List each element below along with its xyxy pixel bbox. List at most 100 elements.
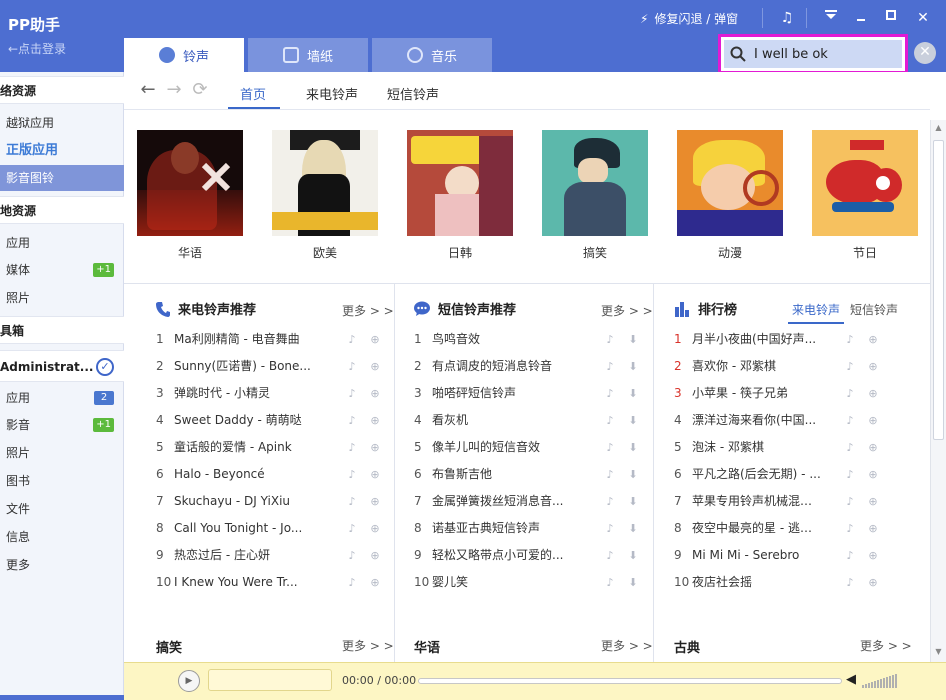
listen-icon[interactable]: ♪ [604,469,616,481]
device-name[interactable]: Administrat... ✓ [0,350,124,382]
ringtone-title[interactable]: Mi Mi Mi - Serebro [692,542,822,569]
close-icon[interactable]: ✕ [912,8,934,28]
ringtone-title[interactable]: 轻松又略带点小可爱的... [432,542,582,569]
listen-icon[interactable]: ♪ [346,577,358,589]
ringtone-title[interactable]: 诺基亚古典短信铃声 [432,515,582,542]
ringtone-title[interactable]: 漂洋过海来看你(中国... [692,407,822,434]
add-icon[interactable]: ⊕ [369,361,381,373]
ringtone-title[interactable]: Sweet Daddy - 萌萌哒 [174,407,316,434]
forward-arrow-icon[interactable]: → [164,81,184,101]
listen-icon[interactable]: ♪ [604,550,616,562]
list-item[interactable]: 7 Skuchayu - DJ YiXiu ♪ ⊕ [156,488,384,515]
ringtone-title[interactable]: 苹果专用铃声机械混音... [692,488,822,515]
ringtone-title[interactable]: Sunny(匹诺曹) - Bone... [174,353,316,380]
ringtone-title[interactable]: 童话般的爱情 - Apink [174,434,316,461]
menu-dropdown-icon[interactable] [820,8,842,28]
list-item[interactable]: 2 有点调皮的短消息铃音 ♪ ⬇ [414,353,644,380]
download-icon[interactable]: ⬇ [627,523,639,535]
category-jpkr[interactable]: 日韩 [407,130,513,261]
list-item[interactable]: 1 鸟鸣音效 ♪ ⬇ [414,326,644,353]
sidebar-item-jailbreak-apps[interactable]: 越狱应用 [0,110,124,136]
list-item[interactable]: 3 弹跳时代 - 小精灵 ♪ ⊕ [156,380,384,407]
sidebar-item-messages[interactable]: 信息 [0,524,124,550]
ringtone-title[interactable]: 喜欢你 - 邓紫棋 [692,353,822,380]
category-funny[interactable]: 搞笑 [542,130,648,261]
add-icon[interactable]: ⊕ [369,415,381,427]
list-item[interactable]: 5 童话般的爱情 - Apink ♪ ⊕ [156,434,384,461]
add-icon[interactable]: ⊕ [867,577,879,589]
subtab-call-ringtones[interactable]: 来电铃声 [306,84,358,103]
list-item[interactable]: 4 漂洋过海来看你(中国... ♪ ⊕ [674,407,904,434]
ringtone-title[interactable]: Ma利刚精简 - 电音舞曲 [174,326,316,353]
list-item[interactable]: 6 平凡之路(后会无期) - ... ♪ ⊕ [674,461,904,488]
listen-icon[interactable]: ♪ [346,388,358,400]
add-icon[interactable]: ⊕ [369,334,381,346]
listen-icon[interactable]: ♪ [604,361,616,373]
list-item[interactable]: 10 夜店社会摇 ♪ ⊕ [674,569,904,596]
more-link[interactable]: 更多 > > [601,637,653,654]
list-item[interactable]: 2 Sunny(匹诺曹) - Bone... ♪ ⊕ [156,353,384,380]
login-link[interactable]: ←点击登录 [8,40,66,57]
ringtone-title[interactable]: 像羊儿叫的短信音效 [432,434,582,461]
list-item[interactable]: 9 Mi Mi Mi - Serebro ♪ ⊕ [674,542,904,569]
minimize-icon[interactable] [850,8,872,28]
add-icon[interactable]: ⊕ [867,415,879,427]
rank-tab-call[interactable]: 来电铃声 [792,301,840,318]
list-item[interactable]: 6 Halo - Beyoncé ♪ ⊕ [156,461,384,488]
ringtone-title[interactable]: I Knew You Were Tr... [174,569,316,596]
listen-icon[interactable]: ♪ [604,415,616,427]
more-link[interactable]: 更多 > > [342,637,394,654]
play-icon[interactable]: ▶ [178,670,200,692]
tab-wallpaper[interactable]: 墙纸 [248,38,368,72]
listen-icon[interactable]: ♪ [346,469,358,481]
ringtone-title[interactable]: 热恋过后 - 庄心妍 [174,542,316,569]
maximize-icon[interactable] [880,8,902,28]
subtab-home[interactable]: 首页 [240,84,266,103]
list-item[interactable]: 3 小苹果 - 筷子兄弟 ♪ ⊕ [674,380,904,407]
listen-icon[interactable]: ♪ [844,550,856,562]
sidebar-item-local-apps[interactable]: 应用 [0,230,124,256]
list-item[interactable]: 10 I Knew You Were Tr... ♪ ⊕ [156,569,384,596]
ringtone-title[interactable]: 看灰机 [432,407,582,434]
list-item[interactable]: 9 轻松又略带点小可爱的... ♪ ⬇ [414,542,644,569]
listen-icon[interactable]: ♪ [604,496,616,508]
listen-icon[interactable]: ♪ [604,388,616,400]
ringtone-title[interactable]: 有点调皮的短消息铃音 [432,353,582,380]
listen-icon[interactable]: ♪ [346,334,358,346]
repair-button[interactable]: ⚡ 修复闪退 / 弹窗 [640,10,738,27]
add-icon[interactable]: ⊕ [867,496,879,508]
list-item[interactable]: 8 诺基亚古典短信铃声 ♪ ⬇ [414,515,644,542]
subtab-sms-ringtones[interactable]: 短信铃声 [387,84,439,103]
add-icon[interactable]: ⊕ [369,550,381,562]
add-icon[interactable]: ⊕ [867,442,879,454]
listen-icon[interactable]: ♪ [844,442,856,454]
clear-search-icon[interactable]: ✕ [914,42,936,64]
ringtone-title[interactable]: Call You Tonight - Jo... [174,515,316,542]
category-western[interactable]: 欧美 [272,130,378,261]
add-icon[interactable]: ⊕ [867,361,879,373]
ringtone-title[interactable]: 弹跳时代 - 小精灵 [174,380,316,407]
list-item[interactable]: 7 苹果专用铃声机械混音... ♪ ⊕ [674,488,904,515]
listen-icon[interactable]: ♪ [346,523,358,535]
list-item[interactable]: 2 喜欢你 - 邓紫棋 ♪ ⊕ [674,353,904,380]
download-icon[interactable]: ⬇ [627,469,639,481]
ringtone-title[interactable]: 泡沫 - 邓紫棋 [692,434,822,461]
ringtone-title[interactable]: 小苹果 - 筷子兄弟 [692,380,822,407]
add-icon[interactable]: ⊕ [369,388,381,400]
sidebar-item-device-photos[interactable]: 照片 [0,440,124,466]
listen-icon[interactable]: ♪ [604,442,616,454]
add-icon[interactable]: ⊕ [867,334,879,346]
ringtone-title[interactable]: Halo - Beyoncé [174,461,316,488]
download-icon[interactable]: ⬇ [627,361,639,373]
ringtone-title[interactable]: 夜空中最亮的星 - 逃跑... [692,515,822,542]
sidebar-item-files[interactable]: 文件 [0,496,124,522]
scroll-thumb[interactable] [933,140,944,440]
ringtone-title[interactable]: 平凡之路(后会无期) - ... [692,461,822,488]
listen-icon[interactable]: ♪ [844,388,856,400]
download-icon[interactable]: ⬇ [627,415,639,427]
volume-slider[interactable] [862,674,897,688]
sidebar-item-device-media[interactable]: 影音 +1 [0,412,124,438]
list-item[interactable]: 4 Sweet Daddy - 萌萌哒 ♪ ⊕ [156,407,384,434]
back-arrow-icon[interactable]: ← [138,81,158,101]
category-holiday[interactable]: 节日 [812,130,918,261]
